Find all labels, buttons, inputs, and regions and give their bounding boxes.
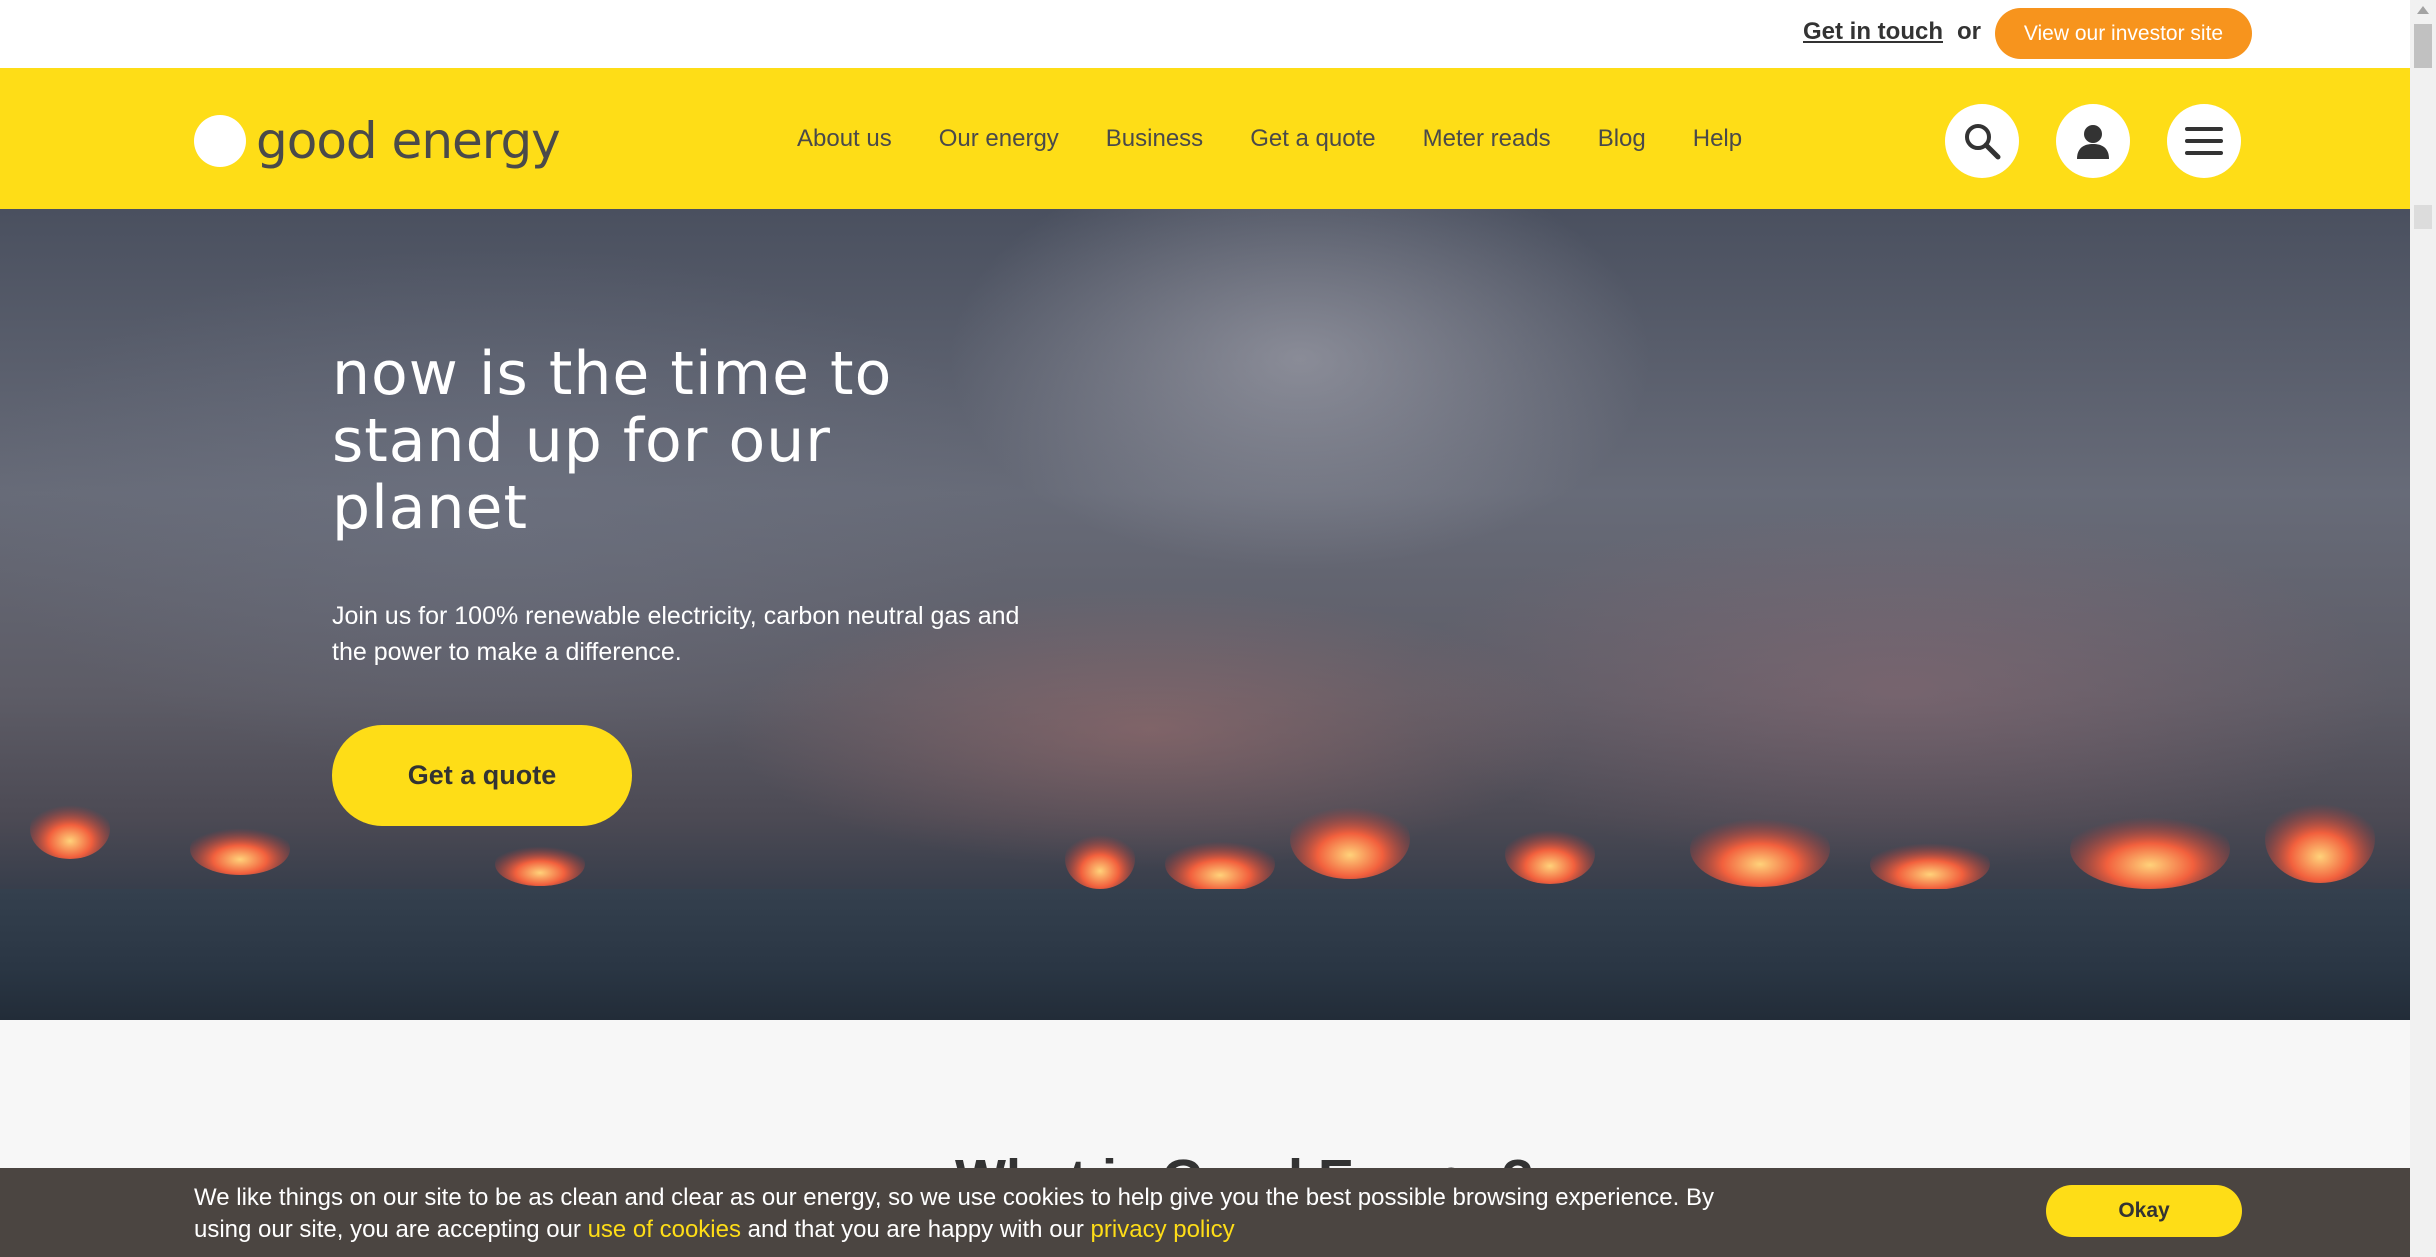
- nav-item-our-energy[interactable]: Our energy: [939, 125, 1059, 153]
- nav-item-meter-reads[interactable]: Meter reads: [1423, 125, 1551, 153]
- menu-button[interactable]: [2167, 104, 2241, 178]
- good-energy-logo[interactable]: good energy: [194, 112, 561, 170]
- or-separator: or: [1957, 18, 1981, 45]
- cookie-banner: We like things on our site to be as clea…: [0, 1168, 2410, 1257]
- page-scrollbar[interactable]: [2410, 0, 2436, 1257]
- get-in-touch-link[interactable]: Get in touch: [1803, 18, 1943, 46]
- cookie-okay-button[interactable]: Okay: [2046, 1185, 2242, 1237]
- logo-dot-icon: [194, 115, 246, 167]
- scorched-ground-image: [0, 889, 2410, 1020]
- search-icon: [1965, 124, 2001, 160]
- nav-item-blog[interactable]: Blog: [1598, 125, 1646, 153]
- scrollbar-thumb[interactable]: [2414, 24, 2432, 68]
- hamburger-menu-icon: [2185, 127, 2223, 155]
- hero-banner: now is the time to stand up for our plan…: [0, 209, 2410, 1020]
- scrollbar-marker: [2414, 205, 2432, 229]
- main-header: good energy About us Our energy Business…: [0, 68, 2410, 209]
- account-button[interactable]: [2056, 104, 2130, 178]
- utility-bar: Get in touch or View our investor site: [0, 0, 2410, 68]
- nav-item-about-us[interactable]: About us: [797, 125, 892, 153]
- logo-text: good energy: [256, 112, 561, 170]
- search-button[interactable]: [1945, 104, 2019, 178]
- main-nav: About us Our energy Business Get a quote…: [797, 68, 1789, 209]
- nav-item-help[interactable]: Help: [1693, 125, 1742, 153]
- account-icon: [2077, 125, 2109, 159]
- scroll-up-arrow-icon[interactable]: [2417, 6, 2429, 14]
- hero-title: now is the time to stand up for our plan…: [332, 339, 893, 543]
- privacy-policy-link[interactable]: privacy policy: [1091, 1216, 1235, 1243]
- get-a-quote-button[interactable]: Get a quote: [332, 725, 632, 826]
- nav-item-business[interactable]: Business: [1106, 125, 1203, 153]
- cookie-text-part-2: and that you are happy with our: [740, 1216, 1091, 1243]
- nav-item-get-a-quote[interactable]: Get a quote: [1250, 125, 1375, 153]
- use-of-cookies-link[interactable]: use of cookies: [588, 1216, 741, 1243]
- hero-subtitle: Join us for 100% renewable electricity, …: [332, 602, 1020, 666]
- investor-site-button[interactable]: View our investor site: [1995, 8, 2252, 59]
- cookie-message: We like things on our site to be as clea…: [194, 1182, 1754, 1246]
